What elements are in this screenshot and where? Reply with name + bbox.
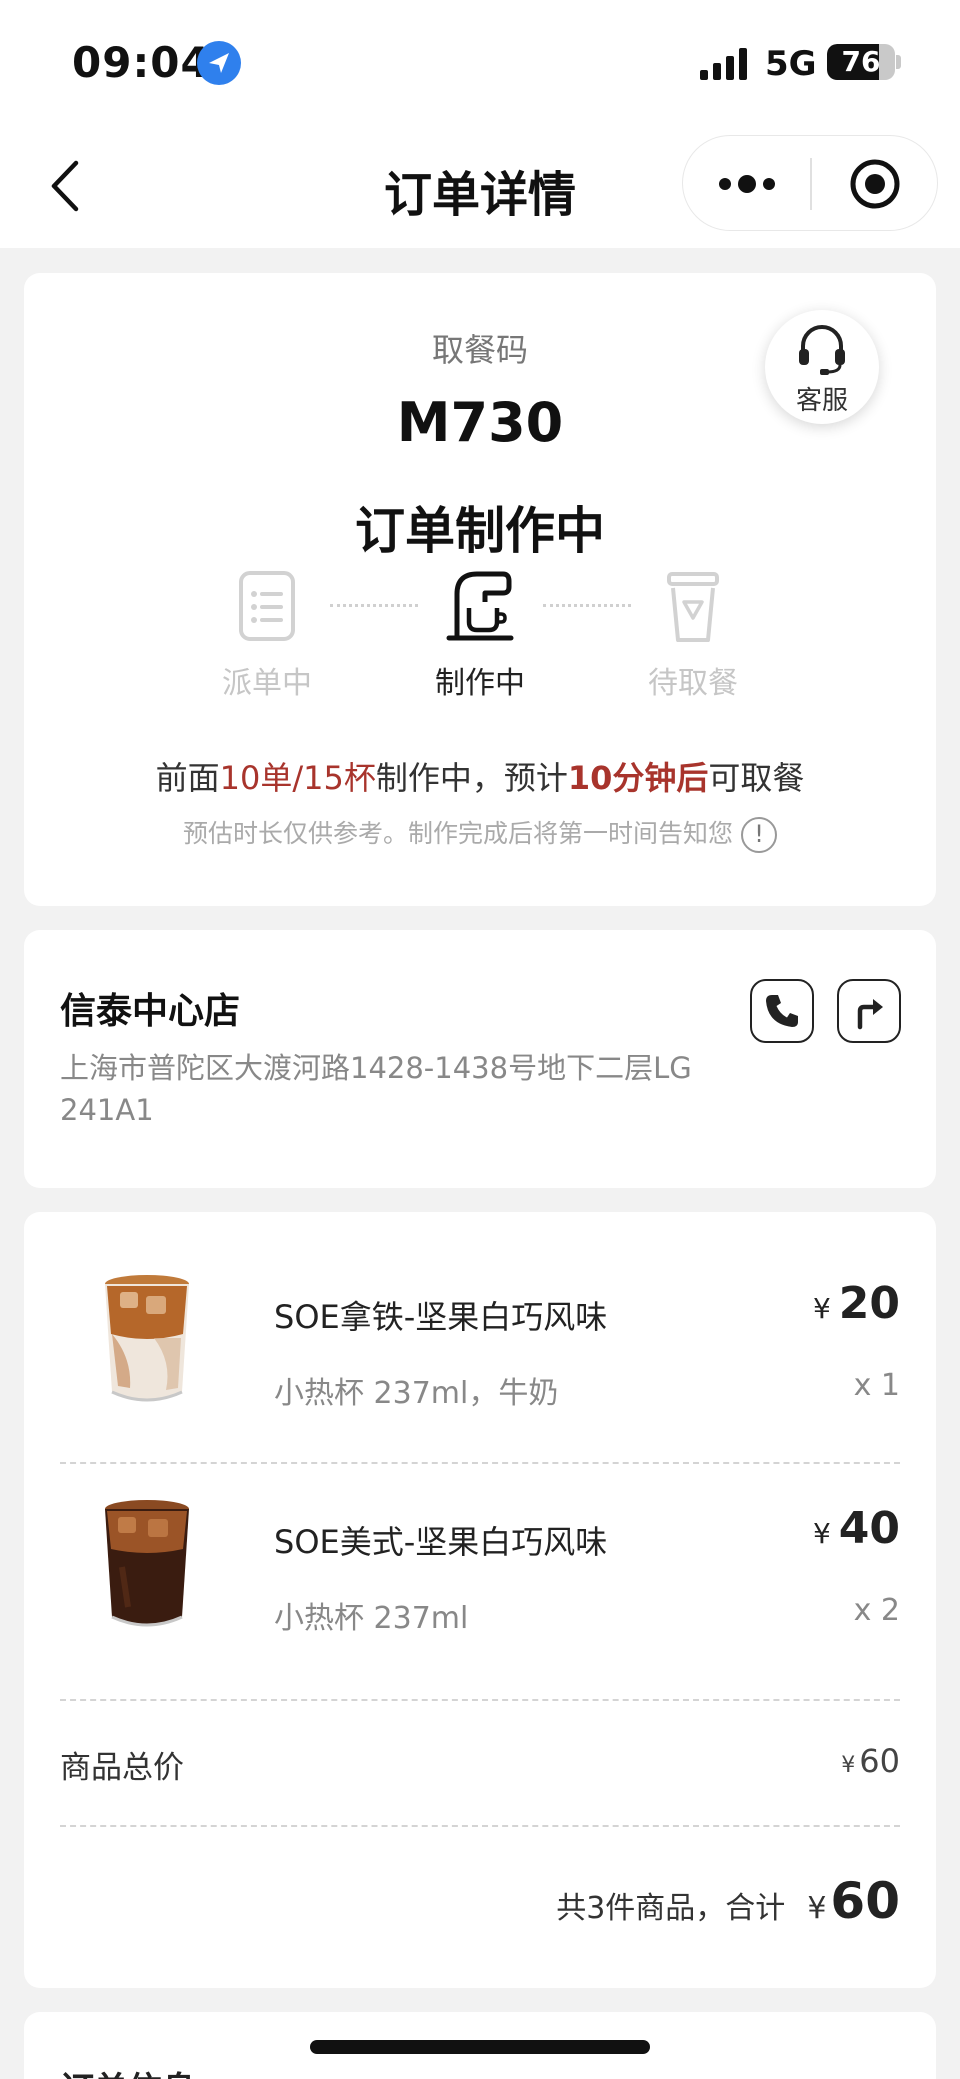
call-store-button[interactable] (750, 979, 814, 1043)
step-label: 待取餐 (648, 666, 738, 701)
currency-symbol: ¥ (841, 1753, 856, 1778)
queue-suffix: 可取餐 (708, 759, 805, 797)
step-label: 派单中 (222, 666, 312, 701)
phone-icon (766, 995, 798, 1027)
coffee-machine-icon (446, 571, 514, 641)
divider (60, 1462, 900, 1464)
headset-icon (799, 325, 845, 375)
takeaway-cup-icon (667, 572, 719, 642)
status-time: 09:04 (72, 38, 211, 87)
close-target-icon[interactable] (848, 157, 902, 211)
subtotal-label: 商品总价 (60, 1750, 184, 1786)
item-price: ¥20 (813, 1278, 900, 1329)
total-amount: 60 (830, 1872, 900, 1930)
battery-percent: 76 (841, 45, 881, 78)
item-price: ¥40 (813, 1503, 900, 1554)
order-items-card: SOE拿铁-坚果白巧风味 小热杯 237ml，牛奶 ¥20 x 1 SOE美式-… (24, 1212, 936, 1988)
item-spec: 小热杯 237ml (274, 1601, 469, 1636)
item-name: SOE拿铁-坚果白巧风味 (274, 1298, 608, 1336)
list-item: SOE美式-坚果白巧风味 小热杯 237ml ¥40 x 2 (24, 1487, 936, 1687)
item-name: SOE美式-坚果白巧风味 (274, 1523, 608, 1561)
latte-drink-image (105, 1275, 189, 1402)
navigation-turn-icon (857, 999, 883, 1030)
step-label: 制作中 (435, 666, 525, 701)
queue-middle: 制作中，预计 (375, 759, 568, 797)
customer-service-button[interactable]: 客服 (765, 310, 879, 424)
customer-service-label: 客服 (795, 386, 848, 416)
more-dots-icon[interactable] (711, 160, 783, 208)
currency-symbol: ¥ (812, 1292, 831, 1325)
subtotal-value: ¥60 (841, 1742, 900, 1780)
info-icon[interactable]: ! (741, 817, 777, 853)
step-dispatching: 派单中 (187, 568, 347, 701)
home-indicator[interactable] (310, 2040, 650, 2054)
estimate-note-text: 预估时长仅供参考。制作完成后将第一时间告知您 (182, 819, 733, 848)
queue-eta: 10分钟后 (567, 759, 709, 797)
location-arrow-icon (197, 41, 241, 85)
step-making: 制作中 (400, 568, 560, 701)
order-list-icon (239, 571, 295, 641)
currency-symbol: ¥ (812, 1517, 831, 1550)
order-status-text: 订单制作中 (355, 502, 605, 560)
estimate-note: 预估时长仅供参考。制作完成后将第一时间告知您! (24, 814, 936, 853)
nav-bar: 订单详情 (0, 125, 960, 248)
list-item: SOE拿铁-坚果白巧风味 小热杯 237ml，牛奶 ¥20 x 1 (24, 1262, 936, 1462)
queue-estimate: 前面10单/15杯制作中，预计10分钟后可取餐 (24, 753, 936, 799)
step-ready: 待取餐 (613, 568, 773, 701)
subtotal-amount: 60 (859, 1742, 900, 1780)
currency-symbol: ¥ (807, 1891, 827, 1926)
network-type: 5G (765, 44, 817, 84)
order-total: 共3件商品，合计 ¥60 (556, 1872, 900, 1930)
total-prefix: 共3件商品，合计 (556, 1891, 786, 1926)
item-quantity: x 2 (853, 1593, 900, 1628)
miniprogram-capsule (682, 135, 938, 231)
store-address: 上海市普陀区大渡河路1428-1438号地下二层LG 241A1 (60, 1051, 692, 1127)
navigate-button[interactable] (837, 979, 901, 1043)
status-bar: 09:04 5G 76 (0, 0, 960, 125)
cellular-signal-icon (700, 48, 747, 80)
queue-prefix: 前面 (155, 759, 220, 797)
order-info-title: 订单信息 (60, 2062, 196, 2079)
divider (60, 1825, 900, 1827)
divider (60, 1699, 900, 1701)
queue-ahead-count: 10单/15杯 (219, 759, 376, 797)
item-price-value: 40 (838, 1503, 900, 1554)
item-quantity: x 1 (853, 1368, 900, 1403)
item-price-value: 20 (838, 1278, 900, 1329)
americano-drink-image (105, 1500, 189, 1627)
battery-cap (896, 55, 901, 69)
capsule-divider (810, 158, 812, 210)
store-name: 信泰中心店 (60, 991, 241, 1032)
item-spec: 小热杯 237ml，牛奶 (274, 1376, 559, 1411)
store-card: 信泰中心店 上海市普陀区大渡河路1428-1438号地下二层LG 241A1 (24, 930, 936, 1188)
battery-icon: 76 (827, 44, 895, 80)
order-status-card: 取餐码 M730 订单制作中 客服 派单中 制作中 待取餐 前面10单/15杯制… (24, 273, 936, 906)
